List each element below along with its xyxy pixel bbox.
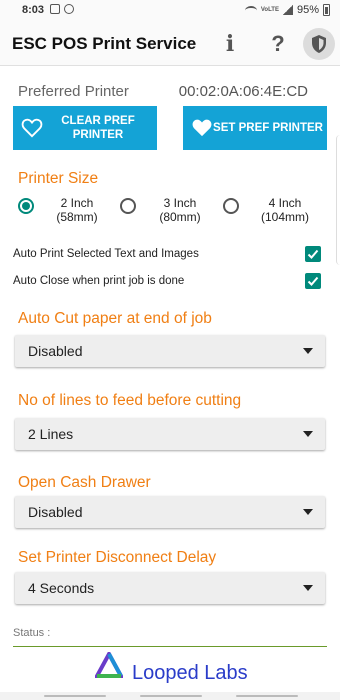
radio-4-inch-label[interactable]: 4 Inch (104mm) xyxy=(256,196,314,224)
auto-cut-title: Auto Cut paper at end of job xyxy=(18,310,212,327)
status-left-icons xyxy=(50,4,74,14)
wifi-icon xyxy=(244,5,257,15)
radio-3-inch[interactable] xyxy=(120,198,136,214)
cash-drawer-title: Open Cash Drawer xyxy=(18,474,151,491)
help-icon[interactable]: ? xyxy=(262,28,294,60)
shield-icon[interactable] xyxy=(303,28,335,60)
auto-cut-dropdown[interactable]: Disabled xyxy=(15,335,325,367)
cash-drawer-dropdown[interactable]: Disabled xyxy=(15,496,325,528)
notification-circle-icon xyxy=(64,4,74,14)
auto-cut-value: Disabled xyxy=(28,343,83,359)
radio-2-inch-label[interactable]: 2 Inch (58mm) xyxy=(52,196,102,224)
auto-close-row[interactable]: Auto Close when print job is done xyxy=(0,272,340,292)
image-icon xyxy=(50,4,60,14)
checkmark-icon xyxy=(307,276,319,286)
disconnect-delay-dropdown[interactable]: 4 Seconds xyxy=(15,572,325,604)
disconnect-delay-title: Set Printer Disconnect Delay xyxy=(18,549,217,566)
radio-3-inch-label[interactable]: 3 Inch (80mm) xyxy=(155,196,205,224)
auto-print-label: Auto Print Selected Text and Images xyxy=(13,248,199,260)
dropdown-arrow-icon xyxy=(303,585,313,591)
radio-4-inch[interactable] xyxy=(223,198,239,214)
clear-pref-printer-button[interactable]: CLEAR PREF PRINTER xyxy=(13,106,157,150)
auto-print-row[interactable]: Auto Print Selected Text and Images xyxy=(0,245,340,265)
lte-label: VoLTE xyxy=(260,7,279,13)
printer-size-radio-group: 2 Inch (58mm) 3 Inch (80mm) 4 Inch (104m… xyxy=(0,194,340,228)
preferred-printer-label: Preferred Printer xyxy=(18,83,129,100)
signal-icon xyxy=(282,5,293,15)
battery-icon xyxy=(323,4,330,16)
feed-lines-title: No of lines to feed before cutting xyxy=(18,392,242,409)
auto-close-checkbox[interactable] xyxy=(305,273,321,289)
feed-lines-dropdown[interactable]: 2 Lines xyxy=(15,418,325,450)
radio-2-inch[interactable] xyxy=(18,198,34,214)
status-divider xyxy=(13,646,327,647)
nav-recents[interactable] xyxy=(236,695,298,697)
printer-size-title: Printer Size xyxy=(18,170,99,187)
dropdown-arrow-icon xyxy=(303,509,313,515)
nav-home[interactable] xyxy=(140,695,202,697)
dropdown-arrow-icon xyxy=(303,348,313,354)
battery-percent: 95% xyxy=(296,4,319,16)
clear-pref-printer-label: CLEAR PREF PRINTER xyxy=(61,115,135,141)
set-pref-printer-button[interactable]: SET PREF PRINTER xyxy=(183,106,327,150)
looped-labs-logo xyxy=(95,652,123,678)
navigation-bar xyxy=(0,692,340,700)
status-bar: 8:03 VoLTE 95% xyxy=(0,0,340,22)
disconnect-delay-value: 4 Seconds xyxy=(28,580,95,596)
auto-close-label: Auto Close when print job is done xyxy=(13,275,185,287)
dropdown-arrow-icon xyxy=(303,431,313,437)
checkmark-icon xyxy=(307,249,319,259)
status-right-icons: VoLTE 95% xyxy=(244,4,330,16)
preferred-printer-mac: 00:02:0A:06:4E:CD xyxy=(178,83,308,100)
heart-outline-icon xyxy=(21,118,43,138)
heart-filled-icon xyxy=(192,119,212,137)
auto-print-checkbox[interactable] xyxy=(305,246,321,262)
status-label: Status : xyxy=(13,627,51,639)
app-bar: ESC POS Print Service i ? xyxy=(0,22,340,66)
info-icon[interactable]: i xyxy=(214,28,246,60)
feed-lines-value: 2 Lines xyxy=(28,426,74,442)
set-pref-printer-label: SET PREF PRINTER xyxy=(213,122,323,134)
cash-drawer-value: Disabled xyxy=(28,504,83,520)
status-time: 8:03 xyxy=(22,4,45,16)
app-title: ESC POS Print Service xyxy=(12,34,197,53)
nav-back[interactable] xyxy=(44,695,106,697)
brand-name: Looped Labs xyxy=(132,662,248,684)
